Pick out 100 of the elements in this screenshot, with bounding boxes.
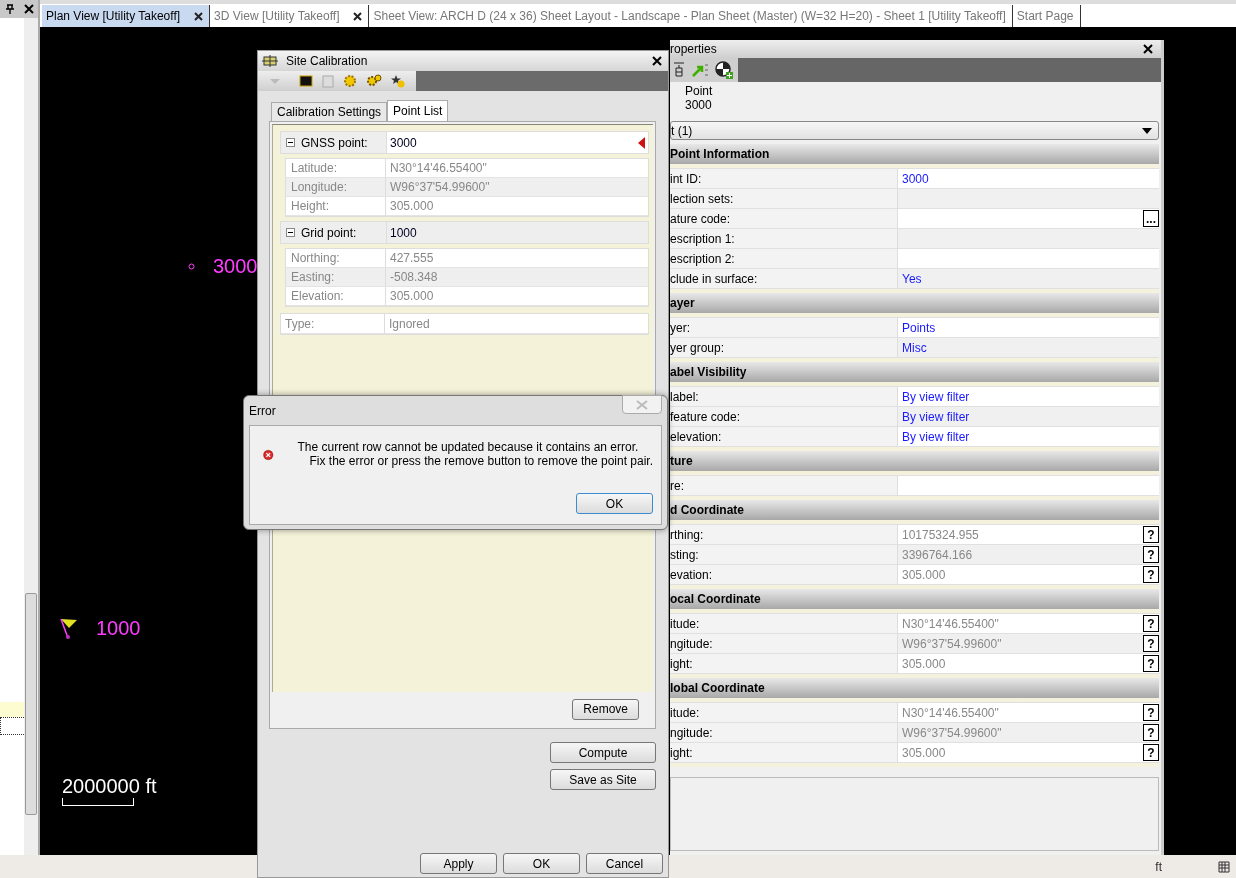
tab[interactable]: Calibration Settings	[271, 102, 388, 121]
property-label: lection sets:	[670, 191, 734, 206]
collapse-icon[interactable]	[286, 228, 295, 237]
property-row[interactable]: escription 2:	[670, 249, 1159, 269]
property-row[interactable]: ngitude: W96°37'54.99600" ?	[670, 723, 1159, 743]
property-row[interactable]: yer: Points	[670, 318, 1159, 338]
flag-icon	[60, 617, 78, 640]
property-button[interactable]: ?	[1143, 655, 1159, 672]
property-row[interactable]: ight: 305.000 ?	[670, 743, 1159, 763]
property-value: 3396764.166	[902, 547, 973, 562]
property-label: sting:	[670, 547, 699, 562]
star-add-icon[interactable]	[391, 74, 405, 88]
property-row[interactable]: ngitude: W96°37'54.99600" ?	[670, 634, 1159, 654]
field-label: Type:	[285, 316, 315, 331]
property-row[interactable]: elevation: By view filter	[670, 427, 1159, 447]
property-label: yer:	[670, 320, 690, 335]
section-header[interactable]: Point Information	[670, 144, 1159, 164]
section-header[interactable]: d Coordinate	[670, 500, 1159, 520]
property-label: rthing:	[670, 527, 704, 542]
field-value: -508.348	[390, 270, 438, 284]
clipboard-icon[interactable]	[322, 74, 334, 88]
section-header[interactable]: lobal Coordinate	[670, 678, 1159, 698]
document-tab[interactable]: Plan View [Utility Takeoff]	[42, 5, 211, 27]
align-top-icon[interactable]	[673, 62, 685, 78]
compute-button[interactable]: Compute	[550, 742, 656, 763]
object-id: 3000	[685, 98, 713, 112]
gears-icon[interactable]	[366, 74, 382, 88]
property-label: ature code:	[670, 211, 731, 226]
add-target-icon[interactable]	[715, 61, 733, 79]
field-value: 305.000	[390, 289, 434, 303]
field-value: N30°14'46.55400"	[390, 161, 487, 175]
property-button[interactable]: ?	[1143, 615, 1159, 632]
dialog-button[interactable]: Cancel	[586, 853, 663, 874]
tab[interactable]: Point List	[387, 100, 449, 121]
remove-button[interactable]: Remove	[572, 698, 639, 720]
property-row[interactable]: sting: 3396764.166 ?	[670, 545, 1159, 565]
section-header[interactable]: abel Visibility	[670, 362, 1159, 382]
point-value-cell[interactable]: 1000	[387, 222, 648, 243]
property-label: escription 1:	[670, 231, 735, 246]
property-label: ngitude:	[670, 725, 713, 740]
property-row[interactable]: itude: N30°14'46.55400" ?	[670, 614, 1159, 634]
dialog-title: Error	[249, 403, 276, 418]
property-button[interactable]: ?	[1143, 526, 1159, 543]
property-button[interactable]: ?	[1143, 704, 1159, 721]
property-row[interactable]: int ID: 3000	[670, 169, 1159, 189]
close-icon[interactable]	[353, 11, 363, 21]
close-icon[interactable]	[23, 4, 34, 14]
selection-dropdown[interactable]: t (1)	[670, 121, 1159, 140]
dialog-button[interactable]: Apply	[420, 853, 497, 874]
field-label: Elevation:	[291, 289, 344, 303]
property-button[interactable]: ?	[1143, 546, 1159, 563]
ok-button[interactable]: OK	[576, 493, 653, 514]
property-value: Points	[902, 320, 936, 335]
property-value: N30°14'46.55400"	[902, 705, 999, 720]
property-button[interactable]: ?	[1143, 635, 1159, 652]
section-header[interactable]: ocal Coordinate	[670, 589, 1159, 609]
scroll-thumb[interactable]	[25, 593, 37, 815]
property-button[interactable]: ?	[1143, 744, 1159, 761]
property-row[interactable]: feature code: By view filter	[670, 407, 1159, 427]
property-value: 3000	[902, 171, 929, 186]
field-label: Northing:	[291, 251, 340, 265]
property-row[interactable]: ight: 305.000 ?	[670, 654, 1159, 674]
panel-title: roperties	[670, 42, 717, 56]
property-button[interactable]: ...	[1143, 210, 1159, 227]
property-row[interactable]: escription 1:	[670, 229, 1159, 249]
property-row[interactable]: ature code: ...	[670, 209, 1159, 229]
property-value: W96°37'54.99600"	[902, 636, 1002, 651]
property-label: ight:	[670, 745, 693, 760]
property-value: 305.000	[902, 656, 946, 671]
field-value: 305.000	[390, 199, 434, 213]
grid-icon[interactable]	[1218, 860, 1230, 873]
section-header[interactable]: ture	[670, 451, 1159, 471]
scrollbar[interactable]	[24, 18, 38, 855]
dialog-button[interactable]: OK	[503, 853, 580, 874]
close-icon[interactable]	[652, 56, 662, 66]
property-row[interactable]: itude: N30°14'46.55400" ?	[670, 703, 1159, 723]
close-icon[interactable]	[194, 11, 204, 21]
gear-icon[interactable]	[343, 74, 357, 88]
collapse-icon[interactable]	[286, 138, 295, 147]
property-row[interactable]: clude in surface: Yes	[670, 269, 1159, 289]
property-row[interactable]: re:	[670, 476, 1159, 496]
property-value: By view filter	[902, 389, 970, 404]
close-icon[interactable]	[1143, 44, 1153, 54]
property-row[interactable]: rthing: 10175324.955 ?	[670, 525, 1159, 545]
property-row[interactable]: lection sets:	[670, 189, 1159, 209]
property-row[interactable]: yer group: Misc	[670, 338, 1159, 358]
field-label: Longitude:	[291, 180, 348, 194]
save-as-site-button[interactable]: Save as Site	[550, 769, 656, 790]
point-value-cell[interactable]: 3000	[387, 132, 648, 153]
property-button[interactable]: ?	[1143, 566, 1159, 583]
terminal-icon[interactable]	[299, 75, 313, 87]
property-button[interactable]: ?	[1143, 724, 1159, 741]
scale-bar	[62, 798, 134, 806]
property-value: N30°14'46.55400"	[902, 616, 999, 631]
field-label: Latitude:	[291, 161, 338, 175]
pin-icon[interactable]	[4, 4, 15, 14]
property-value: 305.000	[902, 745, 946, 760]
property-row[interactable]: evation: 305.000 ?	[670, 565, 1159, 585]
property-row[interactable]: label: By view filter	[670, 387, 1159, 407]
section-header[interactable]: ayer	[670, 293, 1159, 313]
